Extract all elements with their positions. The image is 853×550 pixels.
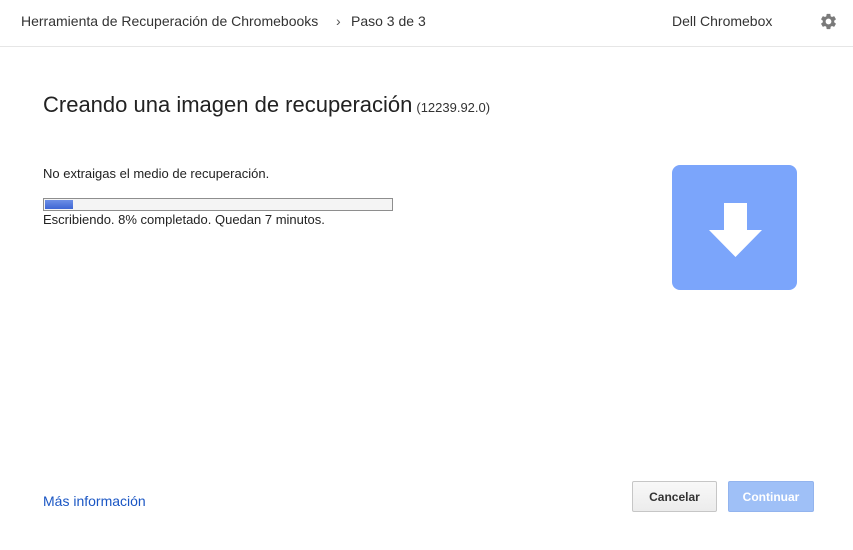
download-arrow-icon [709, 203, 762, 257]
device-name: Dell Chromebox [672, 13, 773, 29]
progress-bar-fill [45, 200, 73, 209]
gear-icon[interactable] [819, 12, 838, 31]
page-title: Creando una imagen de recuperación (12239… [43, 92, 490, 118]
download-illustration [672, 165, 797, 290]
warning-message: No extraigas el medio de recuperación. [43, 166, 270, 181]
app-title: Herramienta de Recuperación de Chromeboo… [21, 13, 319, 29]
progress-status: Escribiendo. 8% completado. Quedan 7 min… [43, 212, 325, 227]
header-bar: Herramienta de Recuperación de Chromeboo… [0, 0, 853, 47]
cancel-button[interactable]: Cancelar [632, 481, 717, 512]
step-indicator: Paso 3 de 3 [351, 13, 426, 29]
version-number: (12239.92.0) [416, 100, 491, 115]
more-info-link[interactable]: Más información [43, 493, 146, 509]
page-title-text: Creando una imagen de recuperación [43, 92, 413, 117]
continue-button[interactable]: Continuar [728, 481, 814, 512]
breadcrumb-chevron-icon: › [336, 13, 341, 29]
progress-bar [43, 198, 393, 211]
